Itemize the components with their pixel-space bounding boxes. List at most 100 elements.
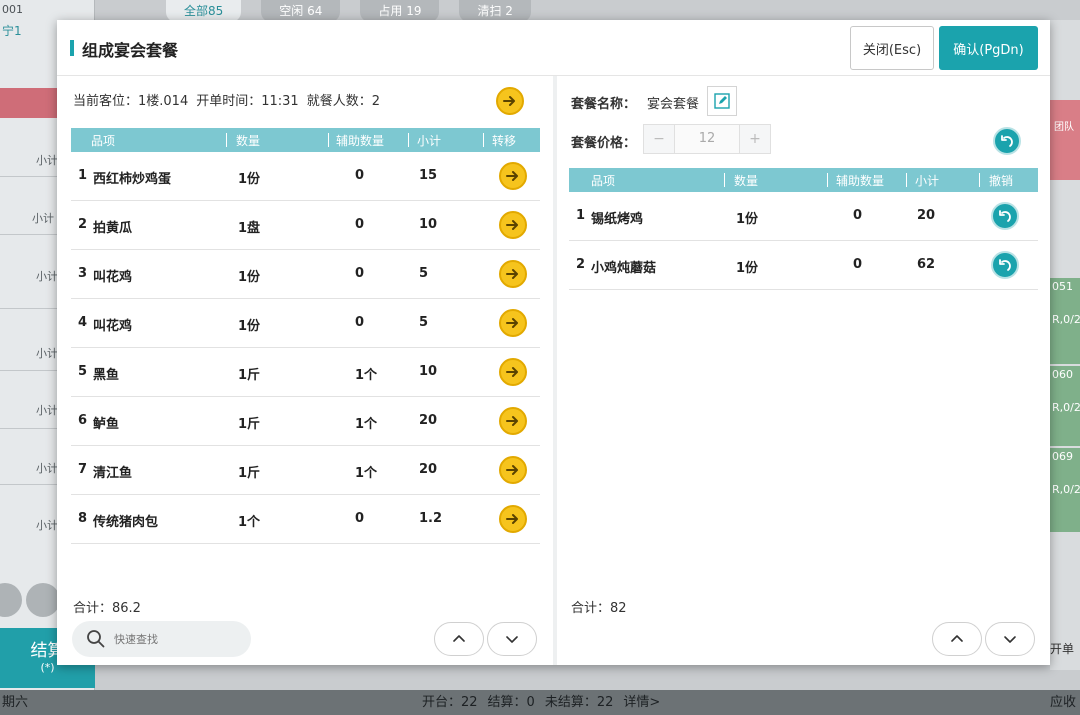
col-subtotal: 小计 [417,134,442,148]
undo-button[interactable] [991,202,1019,230]
item-aux-qty: 0 [355,511,365,526]
table-card[interactable]: 069 R,0/2 [1050,448,1080,532]
edit-name-button[interactable] [707,86,737,116]
price-increase-button[interactable]: + [740,125,770,153]
row-number: 3 [78,266,88,281]
price-value[interactable]: 12 [674,125,740,153]
item-aux-qty: 0 [853,208,863,223]
transfer-button[interactable] [499,211,527,239]
arrow-right-icon [506,220,518,230]
row-number: 7 [78,462,88,477]
table-row: 3 叫花鸡 1份 0 5 [71,250,540,299]
page-down-button[interactable] [985,622,1035,656]
tab-cleaning[interactable]: 清扫 2 [459,0,531,22]
table-row: 2 小鸡炖蘑菇 1份 0 62 [569,241,1038,290]
sidebar-subtotal: 小计 [36,347,58,360]
item-qty: 1份 [238,172,261,187]
item-subtotal: 20 [419,413,438,428]
transfer-button[interactable] [499,162,527,190]
close-button[interactable]: 关闭(Esc) [850,26,934,70]
item-subtotal: 20 [917,208,936,223]
item-name: 黑鱼 [93,368,120,383]
item-qty: 1份 [238,319,261,334]
transfer-button[interactable] [499,358,527,386]
col-aux-qty: 辅助数量 [836,174,885,188]
open-count: 开台：22 [422,695,478,710]
order-info: 当前客位：1楼.014 开单时间：11:31 就餐人数：2 [73,90,380,109]
table-row: 4 叫花鸡 1份 0 5 [71,299,540,348]
col-qty: 数量 [236,134,261,148]
item-subtotal: 5 [419,266,429,281]
table-card[interactable]: 051 R,0/2 [1050,278,1080,364]
item-qty: 1份 [736,212,759,227]
open-order-button[interactable]: 开单 [1050,640,1074,657]
arrow-right-icon [506,269,518,279]
table-status: R,0/2 [1052,313,1080,326]
package-price-label: 套餐价格： [571,136,637,151]
search-input[interactable] [114,632,244,646]
quick-search[interactable] [72,621,251,657]
tab-occupied[interactable]: 占用 19 [360,0,440,22]
sidebar-subtotal: 小计 [36,519,58,532]
item-subtotal: 10 [419,364,438,379]
page-up-button[interactable] [434,622,484,656]
settled-count: 结算：0 [487,695,535,710]
arrow-right-icon [506,465,518,475]
transfer-button[interactable] [499,505,527,533]
col-undo: 撤销 [989,174,1014,188]
item-qty: 1斤 [238,466,261,481]
row-number: 6 [78,413,88,428]
scroll-up-button[interactable] [0,583,22,617]
item-name: 西红柿炒鸡蛋 [93,172,172,187]
item-qty: 1斤 [238,417,261,432]
transfer-button[interactable] [499,260,527,288]
price-stepper[interactable]: − 12 + [643,124,771,154]
confirm-button[interactable]: 确认(PgDn) [939,26,1038,70]
tab-all[interactable]: 全部85 [166,0,242,22]
arrow-right-icon [506,318,518,328]
page-down-button[interactable] [487,622,537,656]
item-aux-qty: 0 [355,168,365,183]
table-status: R,0/2 [1052,401,1080,414]
chevron-up-icon [453,635,465,642]
chevron-down-icon [1004,636,1016,643]
order-items-panel: 当前客位：1楼.014 开单时间：11:31 就餐人数：2 品项 数量 辅助数量… [57,76,553,665]
undo-all-button[interactable] [993,127,1021,155]
table-card-team[interactable]: 团队 [1050,100,1080,180]
order-id: 001 [2,3,23,16]
item-qty: 1个 [238,515,261,530]
dialog-header: 组成宴会套餐 关闭(Esc) 确认(PgDn) [57,20,1050,76]
detail-link[interactable]: 详情> [623,690,660,715]
open-time: 开单时间：11:31 [196,94,299,109]
table-row: 8 传统猪肉包 1个 0 1.2 [71,495,540,544]
row-number: 1 [78,168,88,183]
transfer-all-button[interactable] [496,87,524,115]
item-aux-qty: 0 [355,315,365,330]
page-up-button[interactable] [932,622,982,656]
item-subtotal: 15 [419,168,438,183]
guest-count: 就餐人数：2 [306,94,380,109]
undo-icon [999,259,1011,271]
item-name: 传统猪肉包 [93,515,159,530]
undo-icon [1001,135,1013,147]
current-seat: 当前客位：1楼.014 [73,94,189,109]
right-table-header: 品项 数量 辅助数量 小计 撤销 [569,168,1038,192]
item-name: 叫花鸡 [93,270,133,285]
tab-free[interactable]: 空闲 64 [261,0,341,22]
dialog-title: 组成宴会套餐 [82,41,179,60]
weekday: 期六 [2,695,29,710]
banquet-package-dialog: 组成宴会套餐 关闭(Esc) 确认(PgDn) 当前客位：1楼.014 开单时间… [57,20,1050,665]
table-number: 060 [1052,368,1073,381]
item-name: 叫花鸡 [93,319,133,334]
left-total: 合计：86.2 [73,601,141,616]
scroll-down-button[interactable] [26,583,60,617]
undo-button[interactable] [991,251,1019,279]
item-qty: 1盘 [238,221,261,236]
transfer-button[interactable] [499,309,527,337]
table-number: 069 [1052,450,1073,463]
table-row: 1 西红柿炒鸡蛋 1份 0 15 [71,152,540,201]
transfer-button[interactable] [499,407,527,435]
transfer-button[interactable] [499,456,527,484]
table-card[interactable]: 060 R,0/2 [1050,366,1080,446]
price-decrease-button[interactable]: − [644,125,674,153]
